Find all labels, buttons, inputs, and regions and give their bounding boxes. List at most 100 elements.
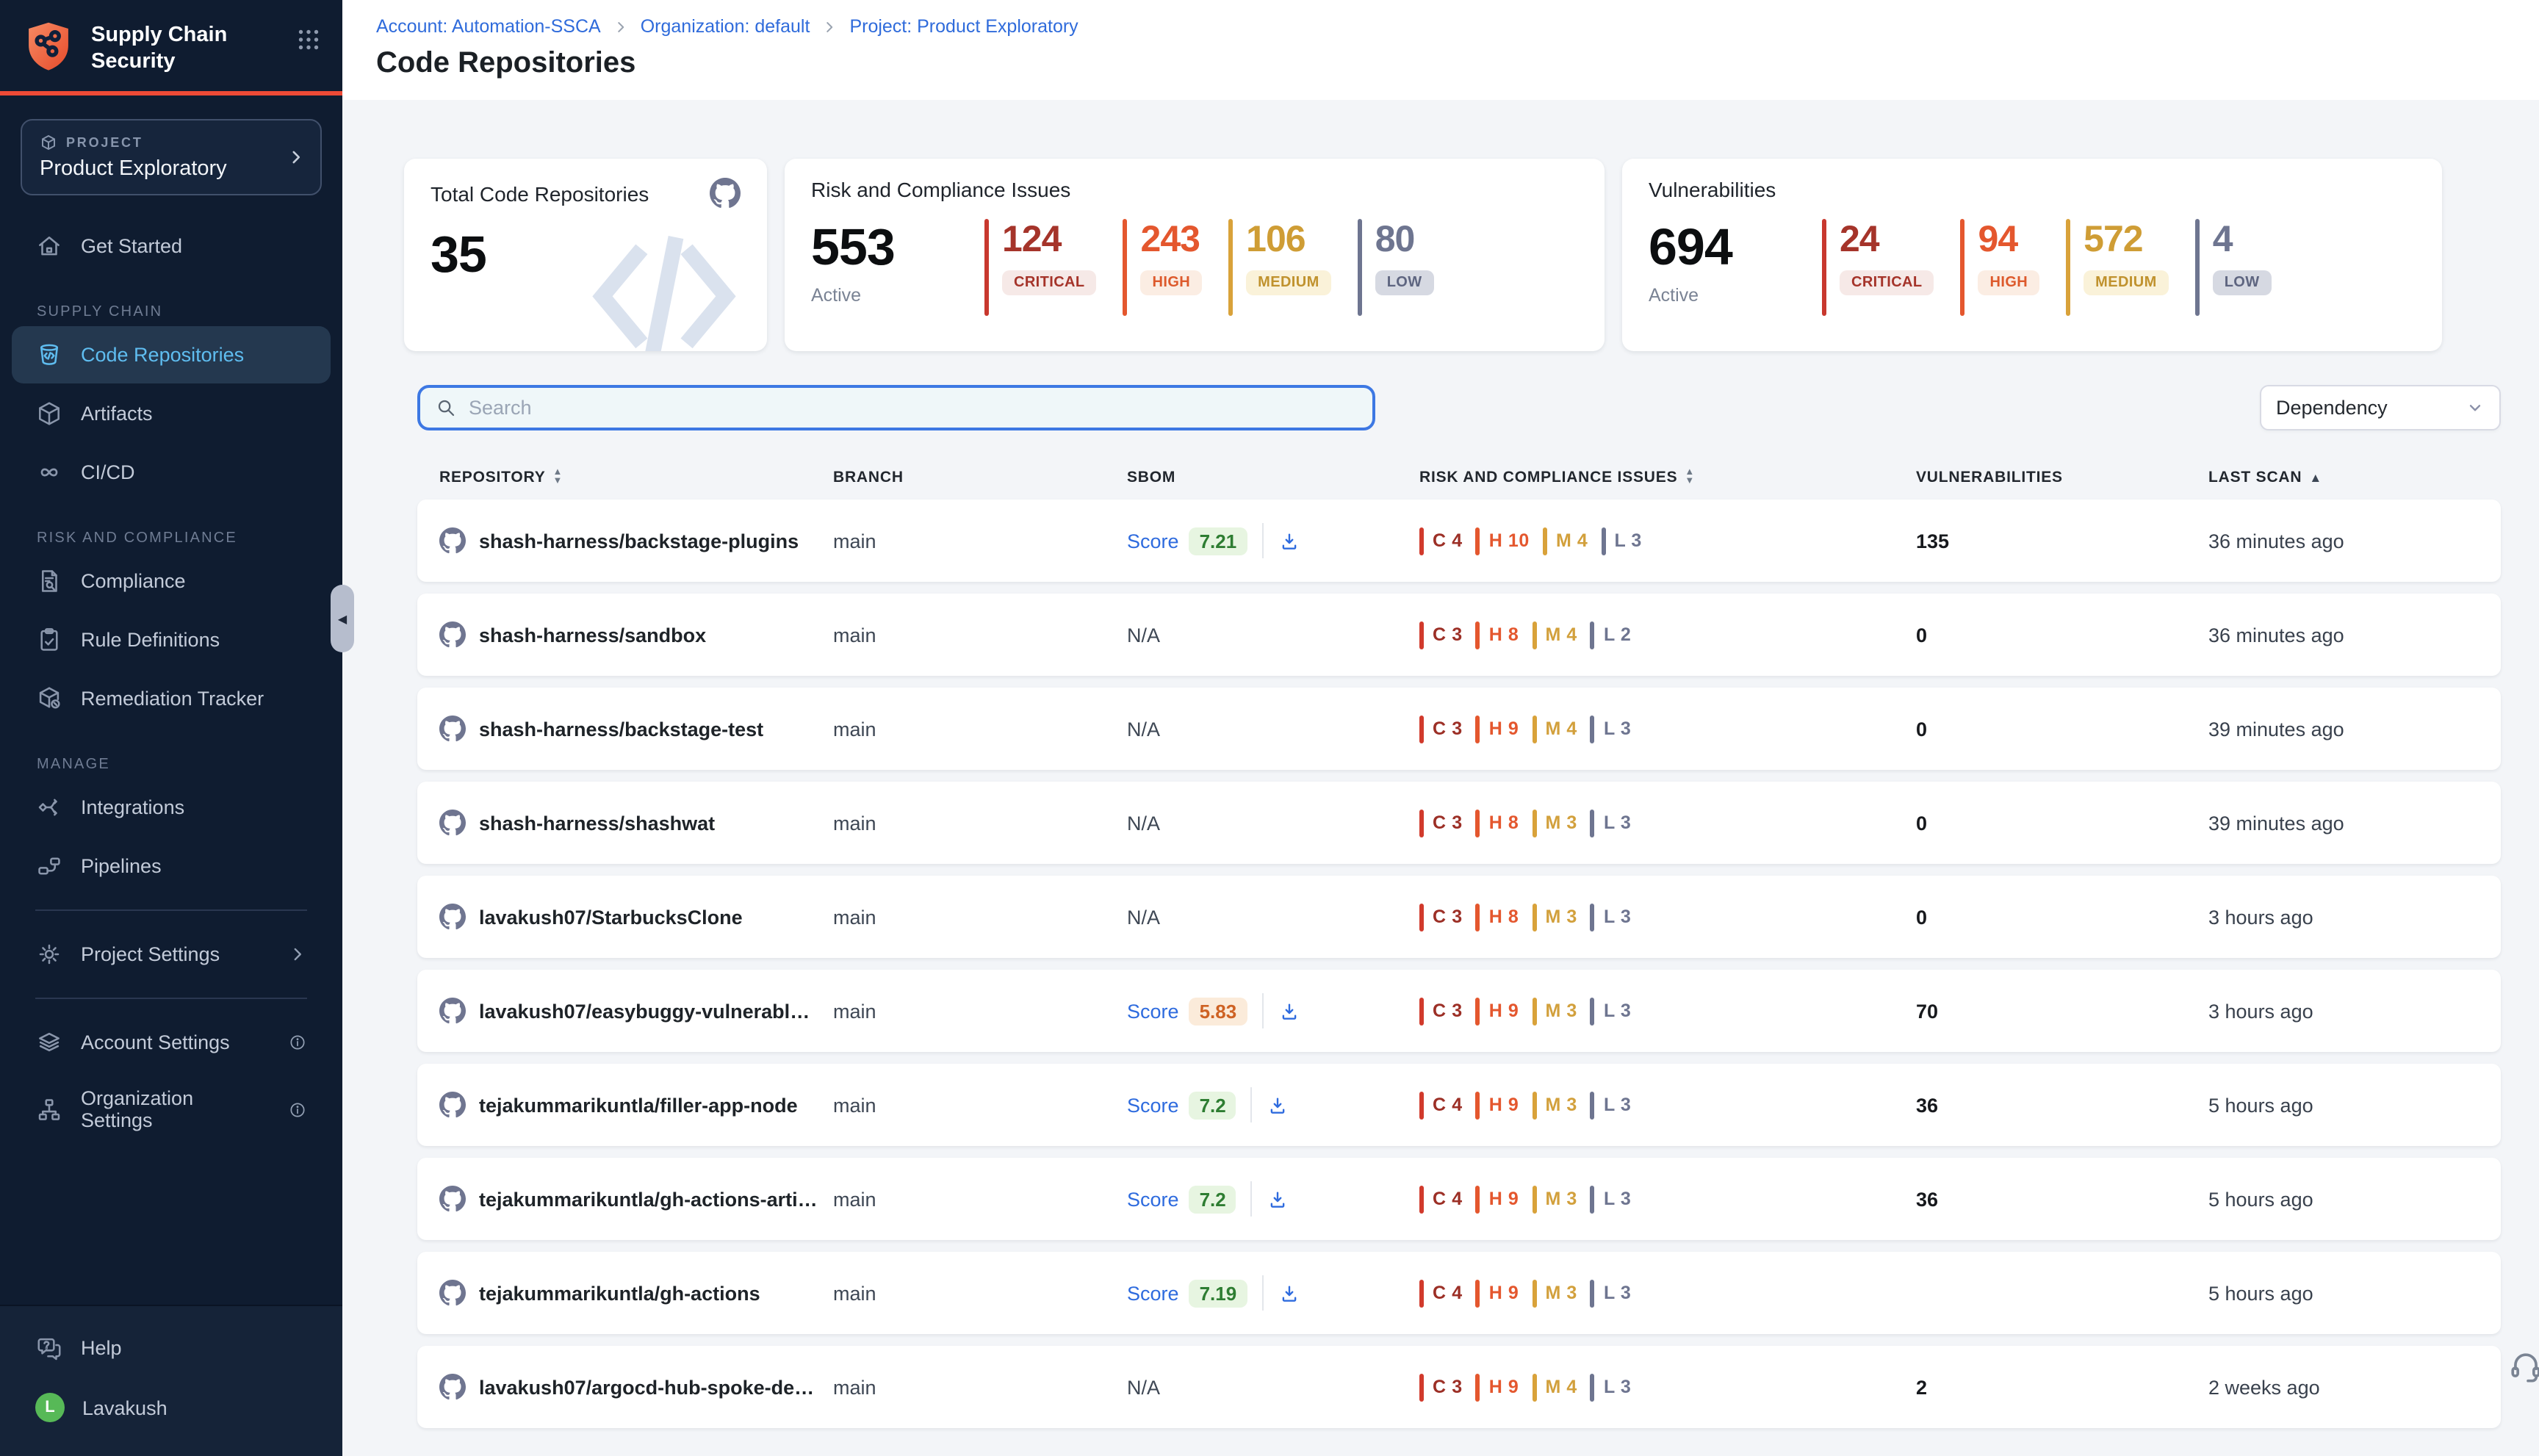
- risk-count-label: M 3: [1545, 1095, 1577, 1115]
- risk-high: H 9: [1476, 1185, 1519, 1213]
- severity-rule: [1419, 715, 1424, 743]
- repository-cell: tejakummarikuntla/gh-actions-artifacts: [417, 1186, 833, 1212]
- sidebar-item-pipelines[interactable]: Pipelines: [12, 837, 331, 895]
- repository-cell: tejakummarikuntla/gh-actions: [417, 1280, 833, 1306]
- risk-count-label: M 3: [1545, 1283, 1577, 1303]
- table-row[interactable]: tejakummarikuntla/filler-app-nodemainSco…: [417, 1064, 2501, 1146]
- last-scan-cell: 5 hours ago: [2208, 1282, 2501, 1304]
- sidebar-item-artifacts[interactable]: Artifacts: [12, 385, 331, 442]
- sidebar-item-account-settings[interactable]: Account Settings: [12, 1014, 331, 1071]
- risk-count-label: L 3: [1614, 530, 1642, 551]
- sbom-divider: [1261, 993, 1263, 1028]
- sidebar-item-integrations[interactable]: Integrations: [12, 779, 331, 836]
- table-row[interactable]: tejakummarikuntla/gh-actionsmainScore7.1…: [417, 1252, 2501, 1334]
- severity-rule: [1532, 621, 1536, 649]
- sidebar-item-rule-definitions[interactable]: Rule Definitions: [12, 611, 331, 668]
- severity-rule: [1476, 1373, 1480, 1401]
- risk-critical: C 3: [1419, 1373, 1463, 1401]
- last-scan-cell: 2 weeks ago: [2208, 1376, 2501, 1398]
- sbom-divider: [1261, 523, 1263, 558]
- severity-rule: [1419, 809, 1424, 837]
- severity-low: 80LOW: [1358, 219, 1434, 316]
- severity-body: 106MEDIUM: [1246, 219, 1331, 316]
- sidebar-user-menu[interactable]: LLavakush: [12, 1378, 331, 1437]
- sidebar-item-get-started[interactable]: Get Started: [12, 217, 331, 275]
- download-sbom-icon[interactable]: [1278, 530, 1300, 552]
- table-row[interactable]: shash-harness/sandboxmainN/AC 3H 8M 4L 2…: [417, 594, 2501, 676]
- search-box: [417, 385, 1375, 430]
- github-icon: [439, 1280, 466, 1306]
- column-header-last-scan[interactable]: LAST SCAN▲: [2208, 469, 2501, 486]
- sidebar-item-ci-cd[interactable]: CI/CD: [12, 444, 331, 501]
- risk-high: H 8: [1476, 809, 1519, 837]
- branch-cell: main: [833, 1094, 1127, 1116]
- sidebar-item-code-repositories[interactable]: Code Repositories: [12, 326, 331, 383]
- risk-low: L 2: [1591, 621, 1632, 649]
- search-input[interactable]: [469, 397, 1358, 419]
- dependency-filter-dropdown[interactable]: Dependency: [2260, 385, 2501, 430]
- risk-count-label: H 9: [1489, 1377, 1519, 1397]
- table-body: shash-harness/backstage-pluginsmainScore…: [417, 500, 2501, 1428]
- brand-accent-rule: [0, 91, 342, 95]
- table-row[interactable]: shash-harness/backstage-pluginsmainScore…: [417, 500, 2501, 582]
- risk-count-label: C 4: [1433, 1189, 1463, 1209]
- help-label: Help: [81, 1337, 122, 1359]
- severity-rule: [1476, 903, 1480, 931]
- risk-medium: M 3: [1532, 997, 1577, 1025]
- table-row[interactable]: lavakush07/easybuggy-vulnerable-app...ma…: [417, 970, 2501, 1052]
- risk-count-label: C 4: [1433, 1283, 1463, 1303]
- github-icon: [710, 178, 741, 209]
- help-icon: [35, 1334, 63, 1362]
- sbom-cell: N/A: [1127, 812, 1419, 834]
- breadcrumb-link[interactable]: Organization: default: [641, 16, 810, 37]
- avatar: L: [35, 1393, 65, 1422]
- page-header: Account: Automation-SSCA Organization: de…: [342, 0, 2539, 100]
- severity-count: 106: [1246, 219, 1331, 262]
- sidebar-item-help[interactable]: Help: [12, 1319, 331, 1377]
- table-row[interactable]: tejakummarikuntla/gh-actions-artifactsma…: [417, 1158, 2501, 1240]
- column-header-sbom: SBOM: [1127, 469, 1419, 486]
- branch-cell: main: [833, 530, 1127, 552]
- app-grid-icon[interactable]: [295, 26, 322, 53]
- table-row[interactable]: shash-harness/shashwatmainN/AC 3H 8M 3L …: [417, 782, 2501, 864]
- severity-badge: CRITICAL: [1840, 270, 1934, 295]
- sidebar-item-compliance[interactable]: Compliance: [12, 552, 331, 610]
- risk-low: L 3: [1591, 1185, 1632, 1213]
- table-row[interactable]: shash-harness/backstage-testmainN/AC 3H …: [417, 688, 2501, 770]
- app-title: Supply Chain Security: [91, 18, 227, 76]
- severity-body: 4LOW: [2213, 219, 2272, 316]
- risk-count-label: H 9: [1489, 718, 1519, 739]
- risk-count-label: C 3: [1433, 907, 1463, 927]
- vulnerabilities-sublabel: Active: [1649, 285, 1822, 306]
- breadcrumb-link[interactable]: Project: Product Exploratory: [849, 16, 1078, 37]
- github-icon: [439, 1374, 466, 1400]
- column-header-label: LAST SCAN: [2208, 469, 2302, 486]
- breadcrumb: Account: Automation-SSCA Organization: de…: [376, 16, 2501, 37]
- breadcrumb-link[interactable]: Account: Automation-SSCA: [376, 16, 601, 37]
- column-header-risk[interactable]: RISK AND COMPLIANCE ISSUES▲▼: [1419, 469, 1916, 486]
- repository-cell: shash-harness/shashwat: [417, 810, 833, 836]
- sbom-cell: N/A: [1127, 718, 1419, 740]
- column-header-label: REPOSITORY: [439, 469, 546, 486]
- sidebar-divider: [35, 998, 307, 999]
- project-selector[interactable]: PROJECT Product Exploratory: [21, 119, 322, 195]
- risk-count-label: C 4: [1433, 530, 1463, 551]
- risk-count-label: L 3: [1604, 1001, 1632, 1021]
- download-sbom-icon[interactable]: [1278, 1282, 1300, 1304]
- severity-high: 243HIGH: [1123, 219, 1203, 316]
- support-headset-button[interactable]: [2507, 1347, 2539, 1385]
- table-row[interactable]: lavakush07/StarbucksClonemainN/AC 3H 8M …: [417, 876, 2501, 958]
- download-sbom-icon[interactable]: [1278, 1000, 1300, 1022]
- risk-issues-cell: C 3H 8M 3L 3: [1419, 903, 1916, 931]
- download-sbom-icon[interactable]: [1267, 1094, 1289, 1116]
- download-sbom-icon[interactable]: [1267, 1188, 1289, 1210]
- table-row[interactable]: lavakush07/argocd-hub-spoke-demomainN/AC…: [417, 1346, 2501, 1428]
- sidebar-item-remediation-tracker[interactable]: Remediation Tracker: [12, 670, 331, 727]
- repository-name: lavakush07/easybuggy-vulnerable-app...: [479, 1000, 833, 1022]
- sidebar-item-organization-settings[interactable]: Organization Settings: [12, 1073, 331, 1146]
- sidebar-collapse-handle[interactable]: ◀: [331, 585, 354, 652]
- severity-rule: [1476, 809, 1480, 837]
- risk-high: H 9: [1476, 1091, 1519, 1119]
- column-header-repository[interactable]: REPOSITORY▲▼: [417, 469, 833, 486]
- sidebar-item-project-settings[interactable]: Project Settings: [12, 926, 331, 983]
